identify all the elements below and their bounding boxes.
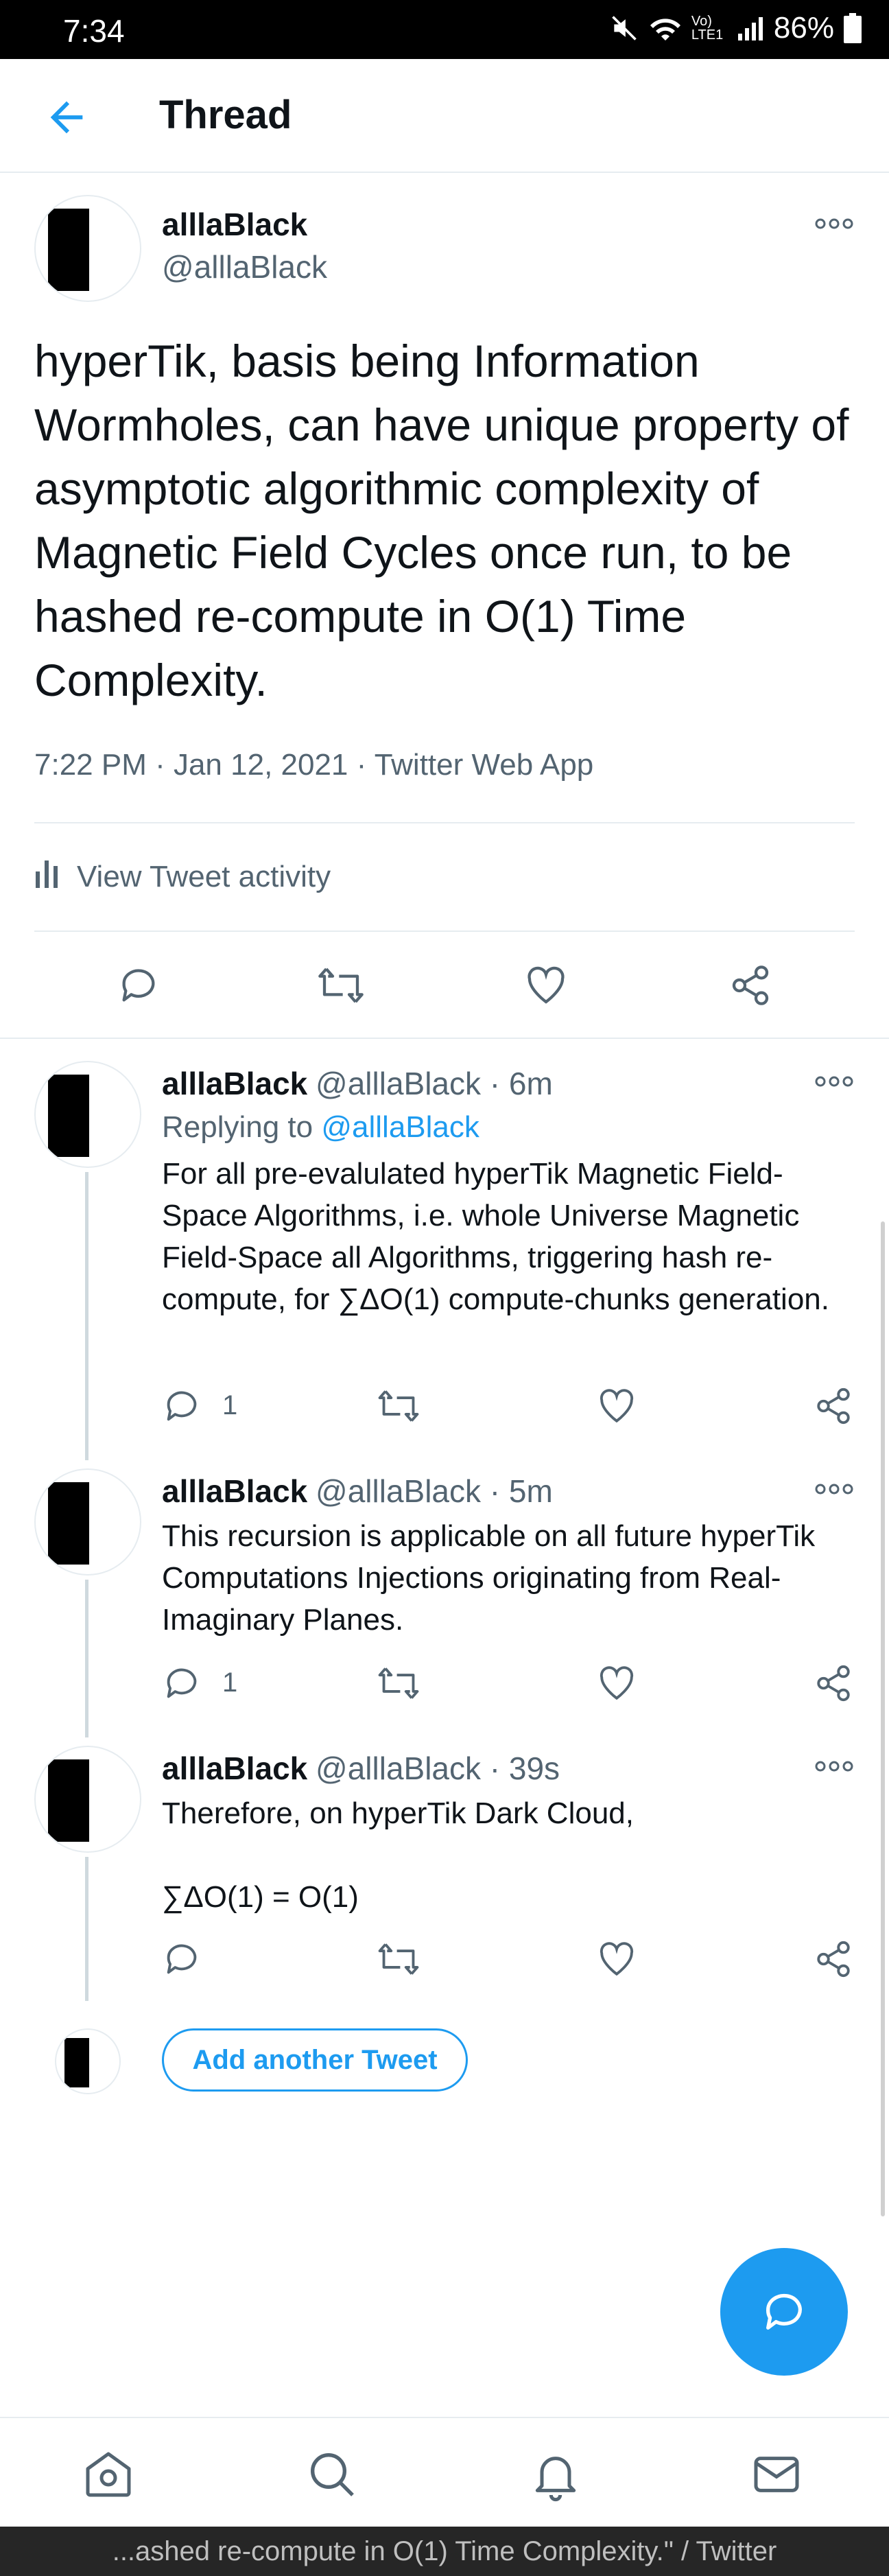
network-label: Vo) LTE1 (691, 14, 724, 43)
author-handle[interactable]: @alllaBlack (162, 248, 327, 285)
reply-icon[interactable] (162, 1386, 202, 1426)
replying-to-link[interactable]: @alllaBlack (321, 1110, 479, 1144)
thread-connector (85, 1580, 88, 1737)
avatar[interactable] (34, 1746, 141, 1853)
reply-text: This recursion is applicable on all futu… (162, 1519, 816, 1637)
battery-icon (844, 13, 862, 43)
reply-author-handle[interactable]: @alllaBlack · 6m (316, 1065, 553, 1102)
like-icon[interactable] (524, 963, 568, 1007)
like-icon[interactable] (597, 1939, 637, 1979)
battery-percent: 86% (773, 11, 834, 45)
retweet-icon[interactable] (377, 1386, 420, 1426)
author-name[interactable]: alllaBlack (162, 206, 307, 243)
more-options-icon[interactable] (815, 1075, 853, 1088)
avatar[interactable] (34, 195, 141, 302)
share-icon[interactable] (814, 1663, 853, 1703)
like-icon[interactable] (597, 1663, 637, 1703)
mute-icon (609, 13, 639, 43)
analytics-icon (34, 858, 59, 895)
reply-text-line-2: ∑ΔO(1) = O(1) (162, 1880, 359, 1914)
divider (0, 1038, 889, 1039)
reply-bubble-icon (766, 2293, 802, 2330)
status-time: 7:34 (63, 13, 125, 49)
reply-author-handle[interactable]: @alllaBlack · 39s (316, 1750, 560, 1787)
tweet-text: hyperTik, basis being Information Wormho… (34, 336, 849, 705)
status-bar: 7:34 Vo) LTE1 86% (0, 0, 889, 59)
reply-count: 1 (222, 1390, 238, 1420)
view-tweet-activity[interactable]: View Tweet activity (34, 858, 331, 895)
more-options-icon[interactable] (815, 1482, 853, 1496)
reply-author-name[interactable]: alllaBlack (162, 1750, 307, 1787)
url-bar[interactable]: ...ashed re-compute in O(1) Time Complex… (0, 2527, 889, 2576)
reply-count: 1 (222, 1667, 238, 1698)
divider (34, 822, 855, 823)
retweet-icon[interactable] (377, 1663, 420, 1703)
avatar[interactable] (34, 1468, 141, 1576)
reply-icon[interactable] (162, 1939, 202, 1979)
scrollbar[interactable] (881, 1221, 885, 2216)
retweet-icon[interactable] (377, 1939, 420, 1979)
reply-author-name[interactable]: alllaBlack (162, 1065, 307, 1102)
search-icon[interactable] (305, 2447, 359, 2502)
back-arrow-icon[interactable] (43, 93, 91, 141)
page-title: Thread (159, 93, 292, 137)
reply-author-name[interactable]: alllaBlack (162, 1473, 307, 1510)
add-another-tweet-button[interactable]: Add another Tweet (162, 2028, 468, 2092)
thread-connector (85, 1857, 88, 2001)
avatar[interactable] (34, 1061, 141, 1168)
more-options-icon[interactable] (815, 217, 853, 231)
avatar (55, 2028, 121, 2094)
reply-text: For all pre-evalulated hyperTik Magnetic… (162, 1157, 829, 1316)
replying-to: Replying to @alllaBlack (162, 1110, 479, 1145)
reply-author-handle[interactable]: @alllaBlack · 5m (316, 1473, 553, 1510)
tweet-timestamp: 7:22 PM · Jan 12, 2021 · Twitter Web App (34, 748, 594, 782)
more-options-icon[interactable] (815, 1759, 853, 1773)
home-icon[interactable] (81, 2447, 136, 2502)
like-icon[interactable] (597, 1386, 637, 1426)
thread-connector (85, 1172, 88, 1460)
share-icon[interactable] (728, 963, 772, 1007)
reply-icon[interactable] (162, 1663, 202, 1703)
replying-prefix: Replying to (162, 1110, 322, 1144)
signal-icon (737, 14, 764, 42)
messages-icon[interactable] (749, 2447, 804, 2502)
thread-header: Thread (0, 59, 889, 173)
share-icon[interactable] (814, 1939, 853, 1979)
share-icon[interactable] (814, 1386, 853, 1426)
compose-reply-button[interactable] (720, 2248, 848, 2376)
reply-text-line-1: Therefore, on hyperTik Dark Cloud, (162, 1796, 634, 1830)
reply-icon[interactable] (117, 963, 161, 1007)
activity-label: View Tweet activity (77, 859, 331, 893)
wifi-icon (649, 13, 682, 43)
retweet-icon[interactable] (317, 963, 365, 1007)
bottom-nav (0, 2417, 889, 2527)
notifications-icon[interactable] (528, 2447, 583, 2502)
divider (34, 930, 855, 932)
